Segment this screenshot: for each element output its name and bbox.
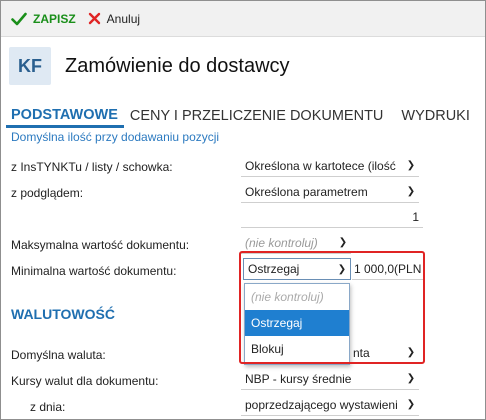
- tab-ceny[interactable]: CENY I PRZELICZENIE DOKUMENTU: [124, 108, 390, 128]
- chevron-down-icon: ❯: [338, 237, 348, 248]
- podglad-value: Określona parametrem: [245, 184, 368, 199]
- max-value-select[interactable]: (nie kontroluj) ❯: [241, 232, 351, 254]
- chevron-down-icon: ❯: [406, 399, 416, 410]
- rates-select[interactable]: NBP - kursy średnie ❯: [241, 368, 419, 390]
- section-default-quantity: Domyślna ilość przy dodawaniu pozycji: [11, 130, 220, 144]
- toolbar: ZAPISZ Anuluj: [1, 1, 485, 37]
- chevron-down-icon: ❯: [406, 347, 416, 358]
- dropdown-option-ostrzegaj[interactable]: Ostrzegaj: [245, 310, 349, 336]
- instynktu-label: z InsTYNKTu / listy / schowka:: [11, 160, 173, 174]
- save-button[interactable]: ZAPISZ: [11, 12, 76, 26]
- podglad-select[interactable]: Określona parametrem ❯: [241, 181, 419, 203]
- min-value-value: Ostrzegaj: [248, 262, 300, 276]
- chevron-down-icon: ❯: [406, 373, 416, 384]
- rates-label: Kursy walut dla dokumentu:: [11, 374, 159, 388]
- close-icon: [88, 12, 100, 25]
- rates-value: NBP - kursy średnie: [245, 371, 352, 386]
- podglad-label: z podglądem:: [11, 186, 84, 200]
- cancel-button[interactable]: Anuluj: [88, 12, 140, 26]
- dropdown-option-nie-kontroluj[interactable]: (nie kontroluj): [245, 284, 349, 310]
- chevron-down-icon: ❯: [406, 186, 416, 197]
- tab-podstawowe[interactable]: PODSTAWOWE: [6, 107, 124, 128]
- page-header: KF Zamówienie do dostawcy: [1, 37, 485, 95]
- min-value-dropdown: (nie kontroluj) Ostrzegaj Blokuj: [244, 283, 350, 365]
- max-value-value: (nie kontroluj): [245, 235, 318, 250]
- min-amount-input[interactable]: 1 000,0(PLN: [352, 258, 424, 280]
- instynktu-value: Określona w kartotece (ilość: [245, 158, 396, 173]
- day-value: poprzedzającego wystawieni: [245, 397, 398, 412]
- save-label: ZAPISZ: [33, 11, 76, 26]
- day-label: z dnia:: [30, 400, 66, 414]
- quantity-input[interactable]: 1: [241, 206, 423, 228]
- chevron-down-icon: ❯: [406, 160, 416, 171]
- min-value-label: Minimalna wartość dokumentu:: [11, 264, 177, 278]
- dropdown-option-blokuj[interactable]: Blokuj: [245, 336, 349, 362]
- tab-bar: PODSTAWOWE CENY I PRZELICZENIE DOKUMENTU…: [1, 102, 485, 128]
- instynktu-select[interactable]: Określona w kartotece (ilość ❯: [241, 155, 419, 177]
- page-title: Zamówienie do dostawcy: [65, 54, 290, 77]
- default-currency-label: Domyślna waluta:: [11, 348, 106, 362]
- min-value-select[interactable]: Ostrzegaj ❯: [243, 258, 351, 280]
- day-select[interactable]: poprzedzającego wystawieni ❯: [241, 394, 419, 416]
- max-value-label: Maksymalna wartość dokumentu:: [11, 238, 190, 252]
- document-type-badge: KF: [9, 47, 51, 85]
- chevron-down-icon: ❯: [337, 263, 347, 275]
- currency-heading: WALUTOWOŚĆ: [11, 306, 115, 322]
- tab-wydruki[interactable]: WYDRUKI: [395, 108, 475, 128]
- cancel-label: Anuluj: [106, 11, 141, 26]
- checkmark-icon: [11, 12, 27, 25]
